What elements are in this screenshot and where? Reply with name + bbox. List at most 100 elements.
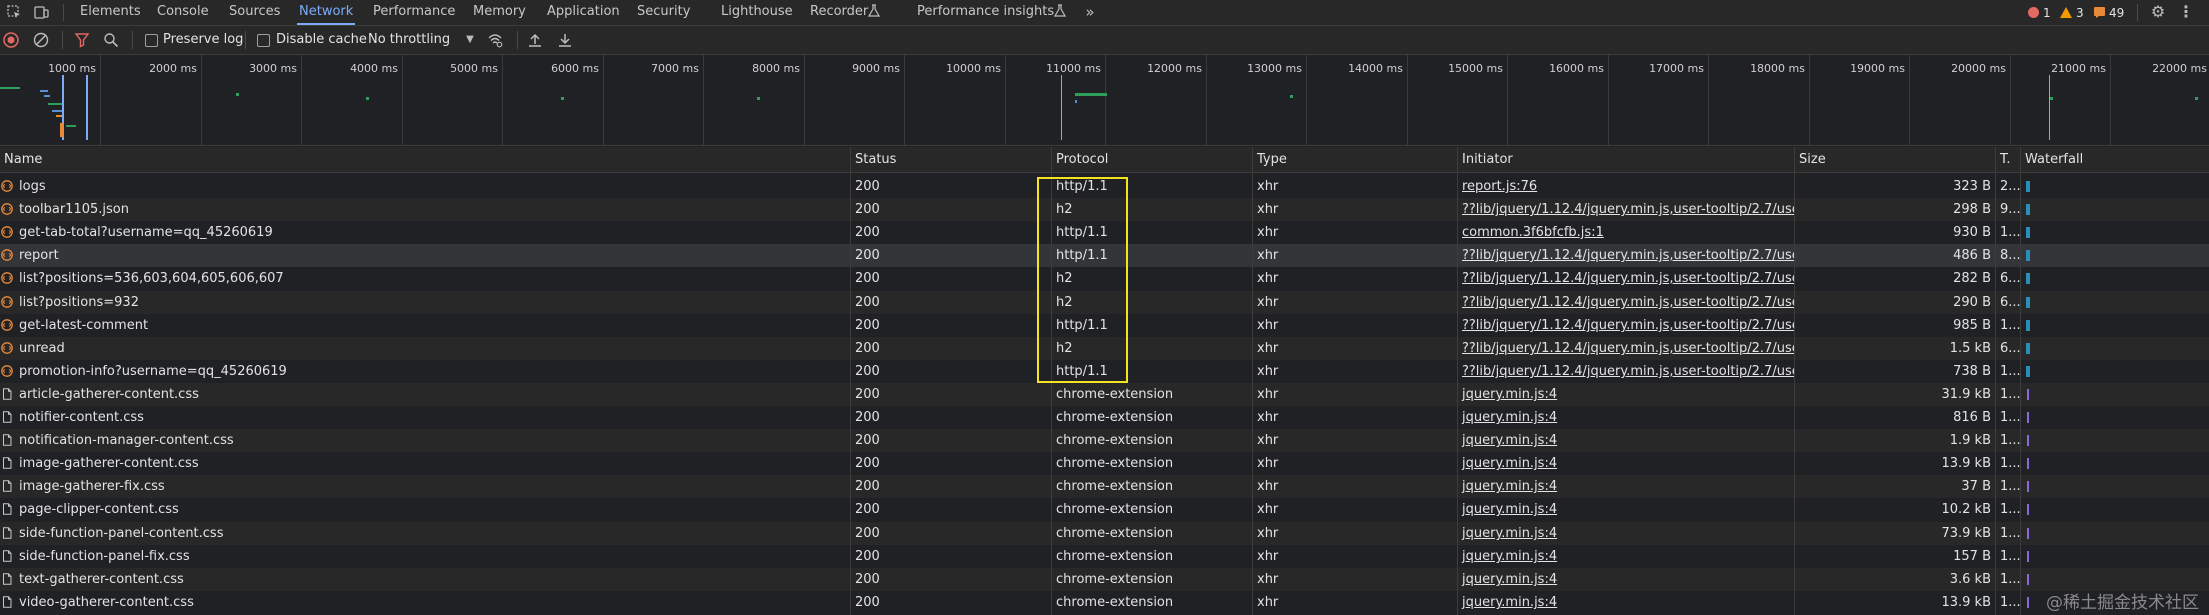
cell-initiator[interactable]: jquery.min.js:4 (1458, 522, 1794, 545)
table-row[interactable]: side-function-panel-fix.css 200 chrome-ext… (0, 545, 2209, 568)
cell-initiator[interactable]: jquery.min.js:4 (1458, 568, 1794, 591)
cell-initiator[interactable]: jquery.min.js:4 (1458, 475, 1794, 498)
table-row[interactable]: page-clipper-content.css 200 chrome-extens… (0, 498, 2209, 521)
inspect-element-icon[interactable] (6, 4, 22, 20)
table-row[interactable]: image-gatherer-content.css 200 chrome-exte… (0, 452, 2209, 475)
timeline-activity-mark (2049, 75, 2050, 140)
cell-status: 200 (855, 595, 880, 610)
export-har-download-icon[interactable] (557, 32, 573, 48)
cell-time: 9... (2000, 202, 2020, 217)
issues-count-badge[interactable]: 49 (2094, 5, 2124, 21)
timeline-tick-line (301, 55, 302, 145)
waterfall-bar (2026, 366, 2030, 377)
timeline-activity-mark (66, 125, 76, 127)
tab-application[interactable]: Application (545, 0, 622, 25)
cell-initiator[interactable]: ??lib/jquery/1.12.4/jquery.min.js,user-t… (1458, 337, 1794, 360)
more-options-icon[interactable]: ⋮ (2178, 4, 2194, 20)
disable-cache-label: Disable cache (276, 32, 367, 47)
waterfall-bar (2026, 181, 2030, 192)
more-tabs-chevron-icon[interactable]: » (1082, 4, 1098, 20)
tab-elements[interactable]: Elements (78, 0, 143, 25)
settings-gear-icon[interactable]: ⚙ (2150, 4, 2166, 20)
tab-performance[interactable]: Performance (371, 0, 457, 25)
column-header-waterfall[interactable]: Waterfall (2021, 147, 2209, 172)
tab-console[interactable]: Console (155, 0, 211, 25)
table-row[interactable]: video-gatherer-content.css 200 chrome-exte… (0, 591, 2209, 614)
import-har-upload-icon[interactable] (527, 32, 543, 48)
network-overview-timeline[interactable]: 1000 ms 2000 ms 3000 ms 4000 ms 5000 ms 6000 … (0, 55, 2209, 146)
column-header-type[interactable]: Type (1253, 147, 1457, 172)
table-row[interactable]: notifier-content.css 200 chrome-extension x… (0, 406, 2209, 429)
cell-status: 200 (855, 479, 880, 494)
cell-initiator[interactable]: common.3f6bfcfb.js:1 (1458, 221, 1794, 244)
column-divider[interactable] (850, 147, 851, 615)
search-icon[interactable] (103, 32, 119, 48)
network-conditions-icon[interactable] (487, 32, 503, 48)
table-row[interactable]: notification-manager-content.css 200 chrom… (0, 429, 2209, 452)
chevron-down-icon[interactable]: ▼ (462, 32, 478, 48)
timeline-tick-line (904, 55, 905, 145)
column-header-size[interactable]: Size (1795, 147, 1995, 172)
record-stop-icon[interactable] (3, 32, 19, 48)
filter-icon[interactable] (74, 32, 90, 48)
table-row[interactable]: text-gatherer-content.css 200 chrome-exten… (0, 568, 2209, 591)
column-divider[interactable] (1252, 147, 1253, 615)
column-header-status[interactable]: Status (851, 147, 1051, 172)
tab-recorder[interactable]: Recorder (808, 0, 870, 25)
table-row[interactable]: side-function-panel-content.css 200 chrome… (0, 522, 2209, 545)
cell-initiator[interactable]: ??lib/jquery/1.12.4/jquery.min.js,user-t… (1458, 314, 1794, 337)
timeline-tick-label: 5000 ms (450, 62, 498, 75)
error-count-badge[interactable]: 1 (2028, 5, 2051, 21)
tab-lighthouse[interactable]: Lighthouse (719, 0, 795, 25)
document-file-icon (3, 503, 12, 515)
cell-initiator[interactable]: jquery.min.js:4 (1458, 591, 1794, 614)
cell-initiator[interactable]: report.js:76 (1458, 175, 1794, 198)
cell-initiator[interactable]: jquery.min.js:4 (1458, 406, 1794, 429)
timeline-tick-line (2110, 55, 2111, 145)
column-header-name[interactable]: Name (0, 147, 850, 172)
timeline-activity-mark (2195, 97, 2198, 100)
preserve-log-checkbox[interactable] (145, 34, 158, 47)
device-toolbar-icon[interactable] (33, 4, 49, 20)
column-divider[interactable] (2020, 147, 2021, 615)
tab-memory[interactable]: Memory (471, 0, 528, 25)
cell-initiator[interactable]: ??lib/jquery/1.12.4/jquery.min.js,user-t… (1458, 291, 1794, 314)
table-row[interactable]: image-gatherer-fix.css 200 chrome-extensio… (0, 475, 2209, 498)
clear-icon[interactable] (33, 32, 49, 48)
tab-security[interactable]: Security (635, 0, 692, 25)
column-header-protocol[interactable]: Protocol (1052, 147, 1252, 172)
tab-network[interactable]: Network (297, 0, 356, 25)
column-divider[interactable] (1457, 147, 1458, 615)
column-header-initiator[interactable]: Initiator (1458, 147, 1794, 172)
cell-type: xhr (1257, 433, 1279, 448)
table-row[interactable]: article-gatherer-content.css 200 chrome-ex… (0, 383, 2209, 406)
cell-initiator[interactable]: ??lib/jquery/1.12.4/jquery.min.js,user-t… (1458, 244, 1794, 267)
cell-initiator[interactable]: jquery.min.js:4 (1458, 545, 1794, 568)
disable-cache-checkbox[interactable] (257, 34, 270, 47)
cell-time: 1... (2000, 318, 2020, 333)
cell-initiator[interactable]: ??lib/jquery/1.12.4/jquery.min.js,user-t… (1458, 198, 1794, 221)
cell-protocol: chrome-extension (1056, 479, 1174, 494)
column-divider[interactable] (1995, 147, 1996, 615)
cell-initiator[interactable]: jquery.min.js:4 (1458, 498, 1794, 521)
cell-status: 200 (855, 433, 880, 448)
warning-count-badge[interactable]: 3 (2060, 5, 2084, 21)
cell-size: 73.9 kB (1941, 526, 1991, 541)
timeline-activity-mark (44, 95, 50, 97)
xhr-fetch-icon (1, 365, 13, 377)
timeline-tick-label: 16000 ms (1549, 62, 1604, 75)
column-header-time[interactable]: T. (1996, 147, 2020, 172)
tab-sources[interactable]: Sources (227, 0, 282, 25)
throttling-select[interactable]: No throttling (368, 32, 450, 48)
cell-initiator[interactable]: ??lib/jquery/1.12.4/jquery.min.js,user-t… (1458, 267, 1794, 290)
timeline-activity-mark (0, 87, 20, 89)
document-file-icon (3, 550, 12, 562)
cell-initiator[interactable]: ??lib/jquery/1.12.4/jquery.min.js,user-t… (1458, 360, 1794, 383)
cell-initiator[interactable]: jquery.min.js:4 (1458, 383, 1794, 406)
cell-time: 6... (2000, 295, 2020, 310)
cell-name: video-gatherer-content.css (19, 595, 194, 610)
cell-initiator[interactable]: jquery.min.js:4 (1458, 429, 1794, 452)
tab-performance-insights[interactable]: Performance insights (915, 0, 1056, 25)
column-divider[interactable] (1794, 147, 1795, 615)
cell-initiator[interactable]: jquery.min.js:4 (1458, 452, 1794, 475)
